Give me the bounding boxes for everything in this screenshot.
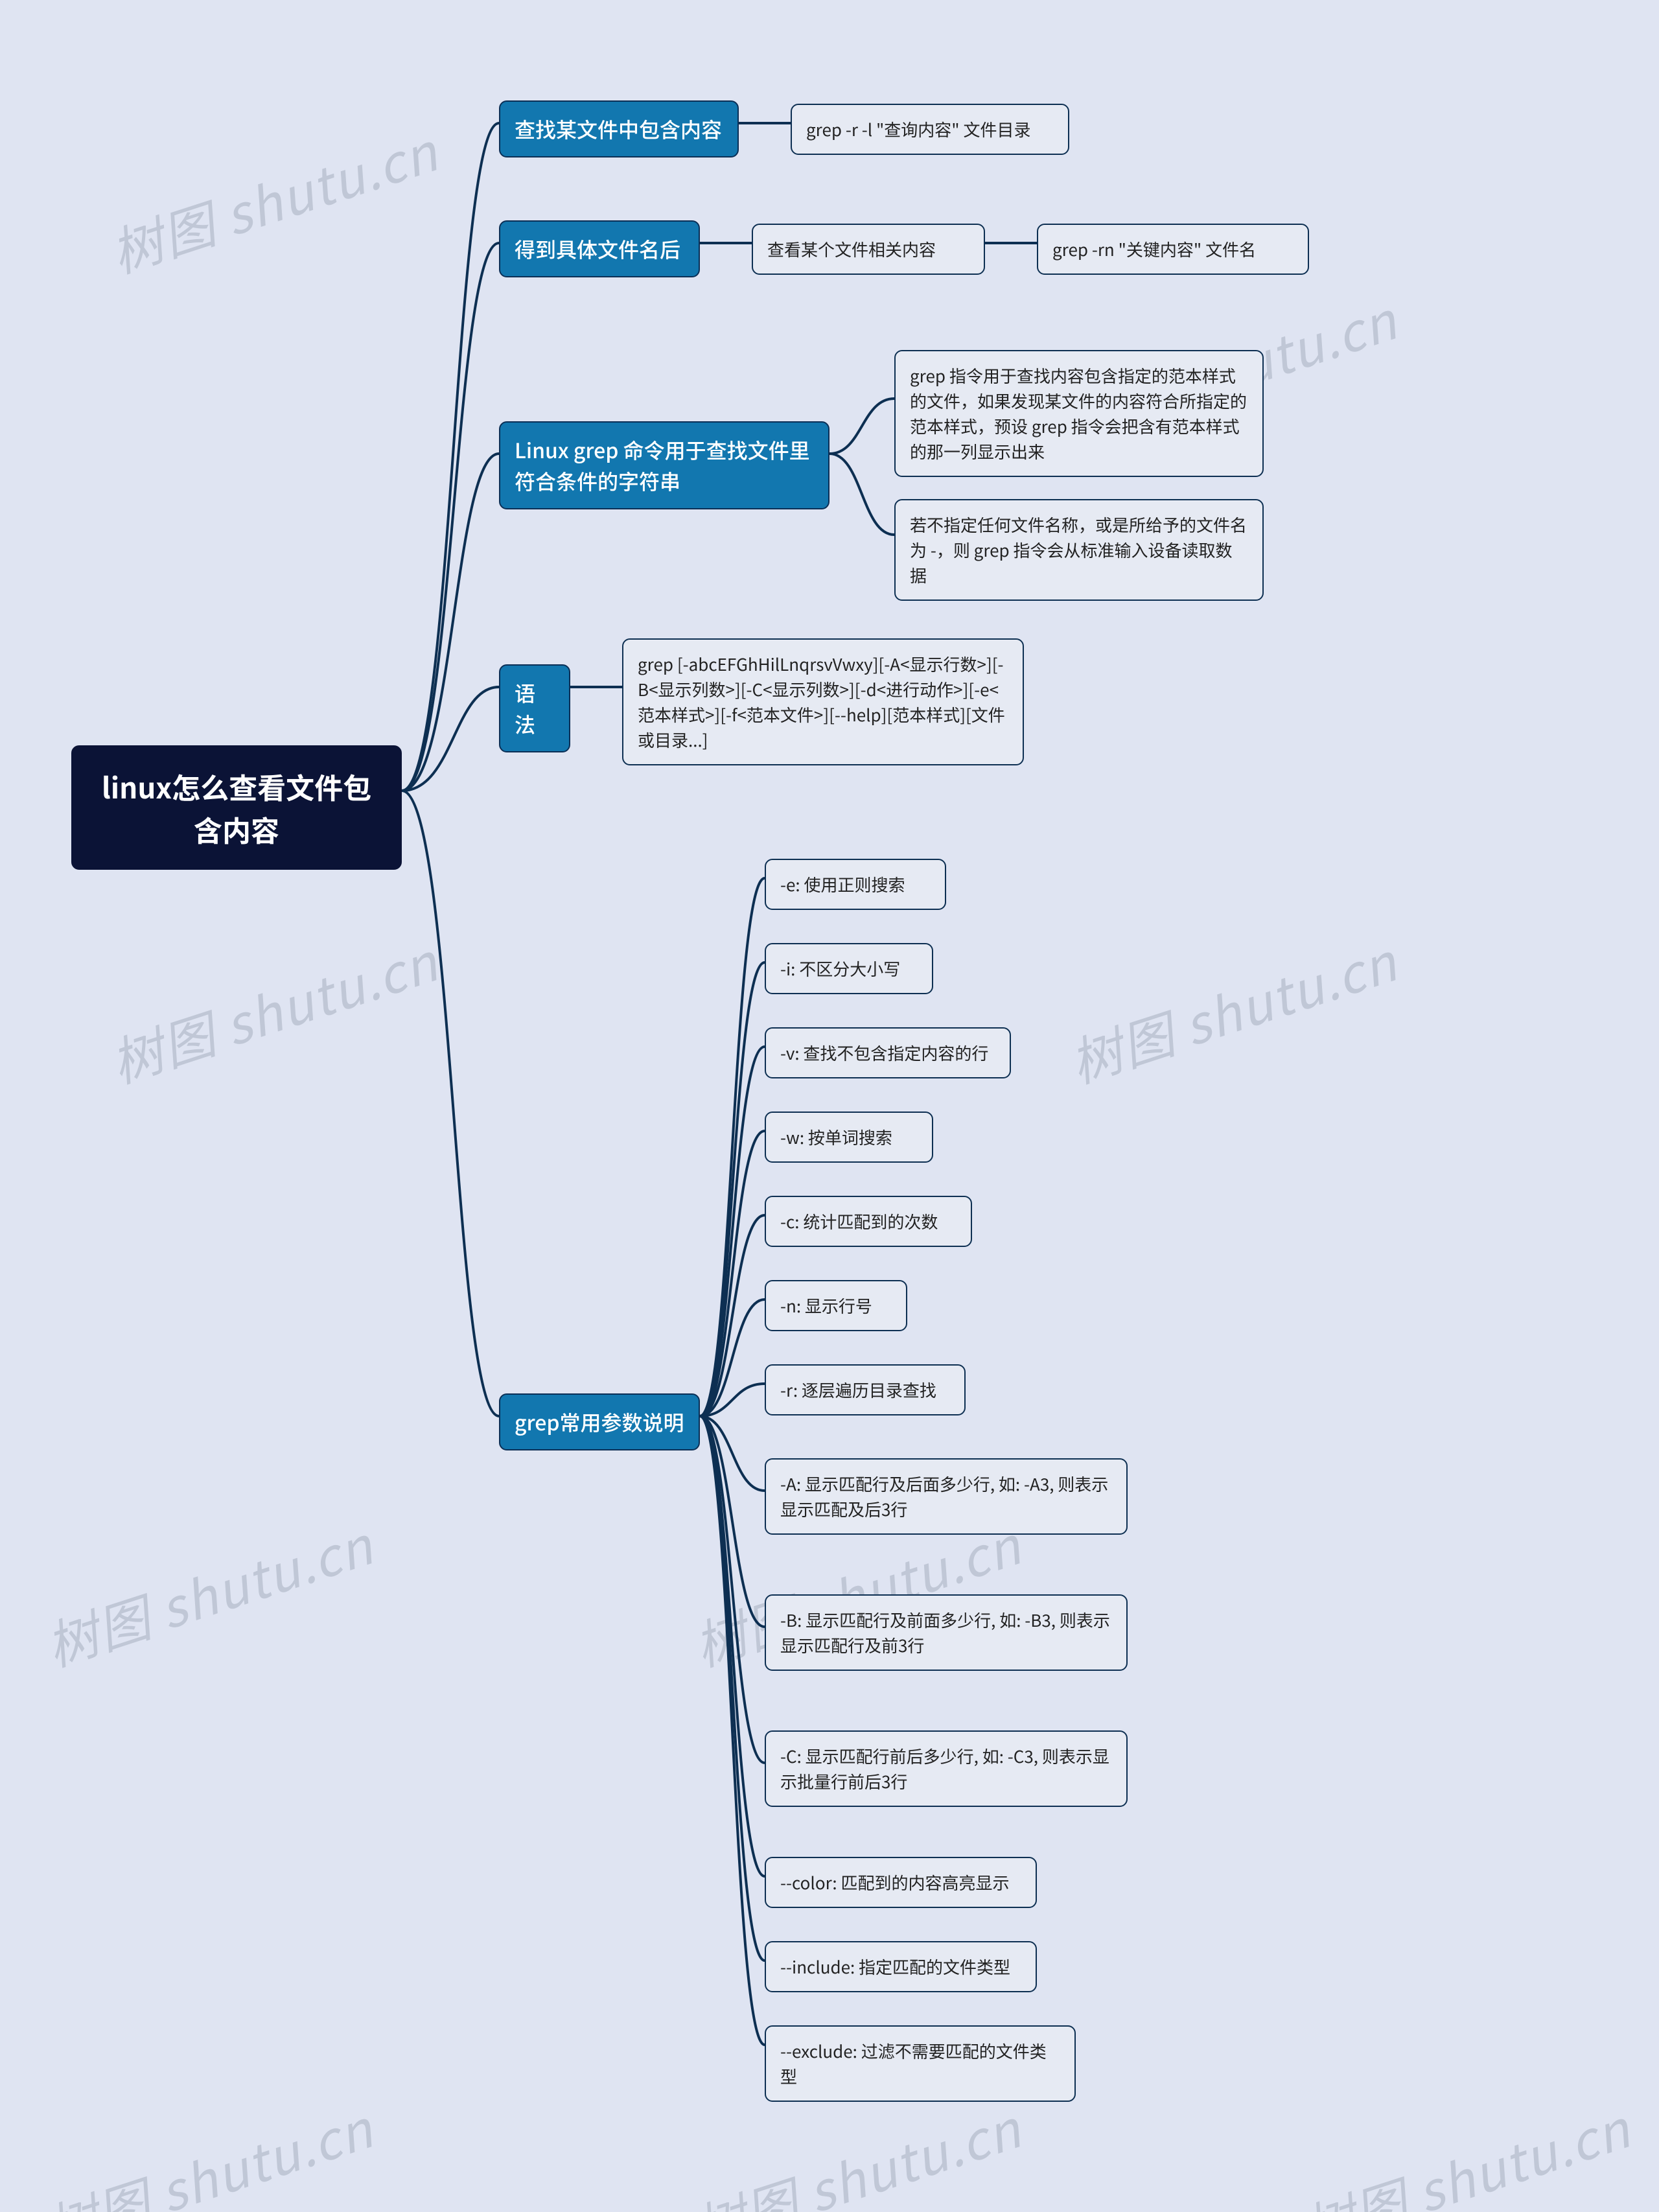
leaf-grep-rl: grep -r -l "查询内容" 文件目录 <box>791 104 1069 155</box>
opt-A: -A: 显示匹配行及后面多少行, 如: -A3, 则表示显示匹配及后3行 <box>765 1458 1128 1535</box>
branch-syntax[interactable]: 语法 <box>499 664 570 752</box>
watermark: 树图 shutu.cn <box>1060 922 1406 1098</box>
leaf-grep-desc-2: 若不指定任何文件名称，或是所给予的文件名为 -，则 grep 指令会从标准输入设… <box>894 499 1264 601</box>
opt-v: -v: 查找不包含指定内容的行 <box>765 1027 1011 1078</box>
watermark: 树图 shutu.cn <box>36 1505 382 1681</box>
watermark: 树图 shutu.cn <box>684 2088 1030 2212</box>
opt-C: -C: 显示匹配行前后多少行, 如: -C3, 则表示显示批量行前后3行 <box>765 1730 1128 1807</box>
branch-grep-description[interactable]: Linux grep 命令用于查找文件里符合条件的字符串 <box>499 421 830 509</box>
watermark: 树图 shutu.cn <box>100 922 447 1098</box>
watermark: 树图 shutu.cn <box>1293 2088 1639 2212</box>
opt-e: -e: 使用正则搜索 <box>765 859 946 910</box>
opt-w: -w: 按单词搜索 <box>765 1112 933 1163</box>
opt-color: --color: 匹配到的内容高亮显示 <box>765 1857 1037 1908</box>
branch-after-filename[interactable]: 得到具体文件名后 <box>499 220 700 277</box>
opt-r: -r: 逐层遍历目录查找 <box>765 1364 966 1415</box>
branch-grep-options[interactable]: grep常用参数说明 <box>499 1393 700 1450</box>
opt-n: -n: 显示行号 <box>765 1280 907 1331</box>
leaf-grep-rn: grep -rn "关键内容" 文件名 <box>1037 224 1309 275</box>
watermark: 树图 shutu.cn <box>36 2088 382 2212</box>
leaf-syntax-text: grep [-abcEFGhHilLnqrsvVwxy][-A<显示行数>][-… <box>622 638 1024 765</box>
opt-c: -c: 统计匹配到的次数 <box>765 1196 972 1247</box>
root-node[interactable]: linux怎么查看文件包含内容 <box>71 745 402 870</box>
branch-search-file-content[interactable]: 查找某文件中包含内容 <box>499 100 739 157</box>
opt-include: --include: 指定匹配的文件类型 <box>765 1941 1037 1992</box>
watermark: 树图 shutu.cn <box>100 111 447 288</box>
leaf-view-file-related: 查看某个文件相关内容 <box>752 224 985 275</box>
opt-B: -B: 显示匹配行及前面多少行, 如: -B3, 则表示显示匹配行及前3行 <box>765 1594 1128 1671</box>
leaf-grep-desc-1: grep 指令用于查找内容包含指定的范本样式的文件，如果发现某文件的内容符合所指… <box>894 350 1264 477</box>
opt-i: -i: 不区分大小写 <box>765 943 933 994</box>
opt-exclude: --exclude: 过滤不需要匹配的文件类型 <box>765 2025 1076 2102</box>
